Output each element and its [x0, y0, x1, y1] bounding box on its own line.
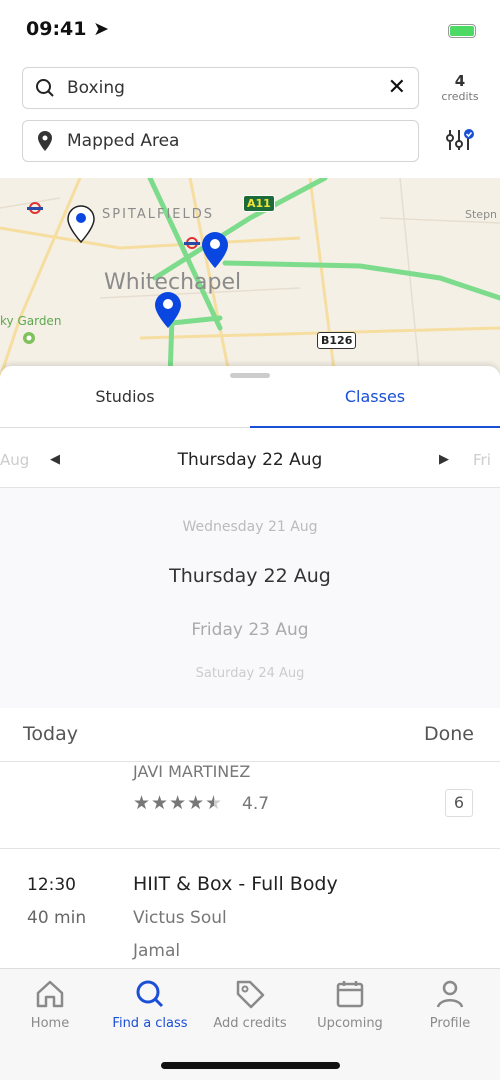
map-label-sky-garden: ky Garden — [0, 314, 62, 328]
class-rating: 4.7 — [242, 794, 270, 814]
spots-badge: 6 — [445, 789, 473, 817]
home-icon — [36, 980, 64, 1008]
tabbar-label: Upcoming — [317, 1016, 383, 1031]
road-sign-a11: A11 — [243, 195, 275, 212]
tabbar-label: Find a class — [112, 1016, 188, 1031]
date-picker[interactable]: Wednesday 21 Aug Thursday 22 Aug Friday … — [0, 488, 500, 708]
picker-option[interactable]: Wednesday 21 Aug — [0, 519, 500, 535]
credits-count: 4 — [454, 72, 466, 90]
map-pin-studio-icon[interactable] — [200, 230, 230, 270]
credits-button[interactable]: 4 credits — [430, 72, 490, 103]
calendar-icon — [336, 981, 364, 1008]
tabbar-item-find-a-class[interactable]: Find a class — [100, 978, 200, 1031]
map[interactable]: SPITALFIELDS Whitechapel ky Garden Stepn… — [0, 178, 500, 378]
rating-stars-icon: ★★★★★ — [133, 792, 224, 814]
tabbar-label: Home — [30, 1016, 70, 1031]
profile-icon — [436, 980, 464, 1008]
road-sign-b126: B126 — [317, 332, 357, 349]
tabbar-label: Add credits — [213, 1016, 287, 1031]
battery-icon — [448, 24, 476, 38]
credits-label: credits — [441, 90, 479, 103]
tabbar-item-home[interactable]: Home — [0, 978, 100, 1031]
tabbar-item-add-credits[interactable]: Add credits — [200, 978, 300, 1031]
done-button[interactable]: Done — [424, 723, 474, 745]
current-date[interactable]: Thursday 22 Aug — [0, 450, 500, 470]
filter-icon[interactable] — [446, 128, 476, 152]
location-arrow-icon: ➤ — [93, 18, 110, 40]
class-instructor: Jamal — [133, 941, 181, 961]
class-instructor: JAVI MARTINEZ — [133, 762, 251, 781]
search-icon — [36, 79, 54, 97]
search-icon — [136, 980, 164, 1008]
status-time: 09:41 ➤ — [26, 18, 109, 40]
park-icon — [23, 332, 35, 344]
underground-icon — [27, 202, 43, 214]
tabbar-label: Profile — [429, 1016, 471, 1031]
tabbar-item-profile[interactable]: Profile — [400, 978, 500, 1031]
active-tab-indicator — [250, 426, 500, 428]
map-pin-studio-icon[interactable] — [153, 290, 183, 330]
tab-classes[interactable]: Classes — [250, 387, 500, 406]
next-date-arrow-icon[interactable]: ▶ — [439, 452, 449, 467]
picker-option[interactable]: Friday 23 Aug — [0, 620, 500, 640]
today-button[interactable]: Today — [23, 723, 78, 745]
tabbar-item-upcoming[interactable]: Upcoming — [300, 978, 400, 1031]
picker-option-selected[interactable]: Thursday 22 Aug — [0, 565, 500, 587]
sheet-handle[interactable] — [230, 373, 270, 378]
class-studio: Victus Soul — [133, 908, 227, 928]
location-value: Mapped Area — [67, 131, 180, 151]
clear-icon[interactable]: ✕ — [388, 75, 406, 100]
class-time: 12:30 — [27, 875, 76, 895]
time-text: 09:41 — [26, 18, 87, 40]
tab-studios[interactable]: Studios — [0, 387, 250, 406]
class-title: HIIT & Box - Full Body — [133, 873, 338, 895]
map-label-stepney: Stepn — [465, 208, 498, 221]
home-indicator — [161, 1062, 340, 1069]
class-row[interactable]: 12:30 40 min HIIT & Box - Full Body Vict… — [0, 849, 500, 968]
picker-option[interactable]: Saturday 24 Aug — [0, 666, 500, 681]
location-pin-icon — [38, 131, 52, 151]
next-date-label[interactable]: Fri — [473, 451, 491, 469]
class-duration: 40 min — [27, 908, 87, 928]
underground-icon — [184, 237, 200, 249]
search-input[interactable]: Boxing ✕ — [22, 67, 419, 109]
location-input[interactable]: Mapped Area — [22, 120, 419, 162]
tag-icon — [236, 980, 265, 1009]
search-value: Boxing — [67, 78, 125, 98]
map-pin-current-icon[interactable] — [66, 204, 96, 244]
map-label-spitalfields: SPITALFIELDS — [102, 207, 215, 222]
